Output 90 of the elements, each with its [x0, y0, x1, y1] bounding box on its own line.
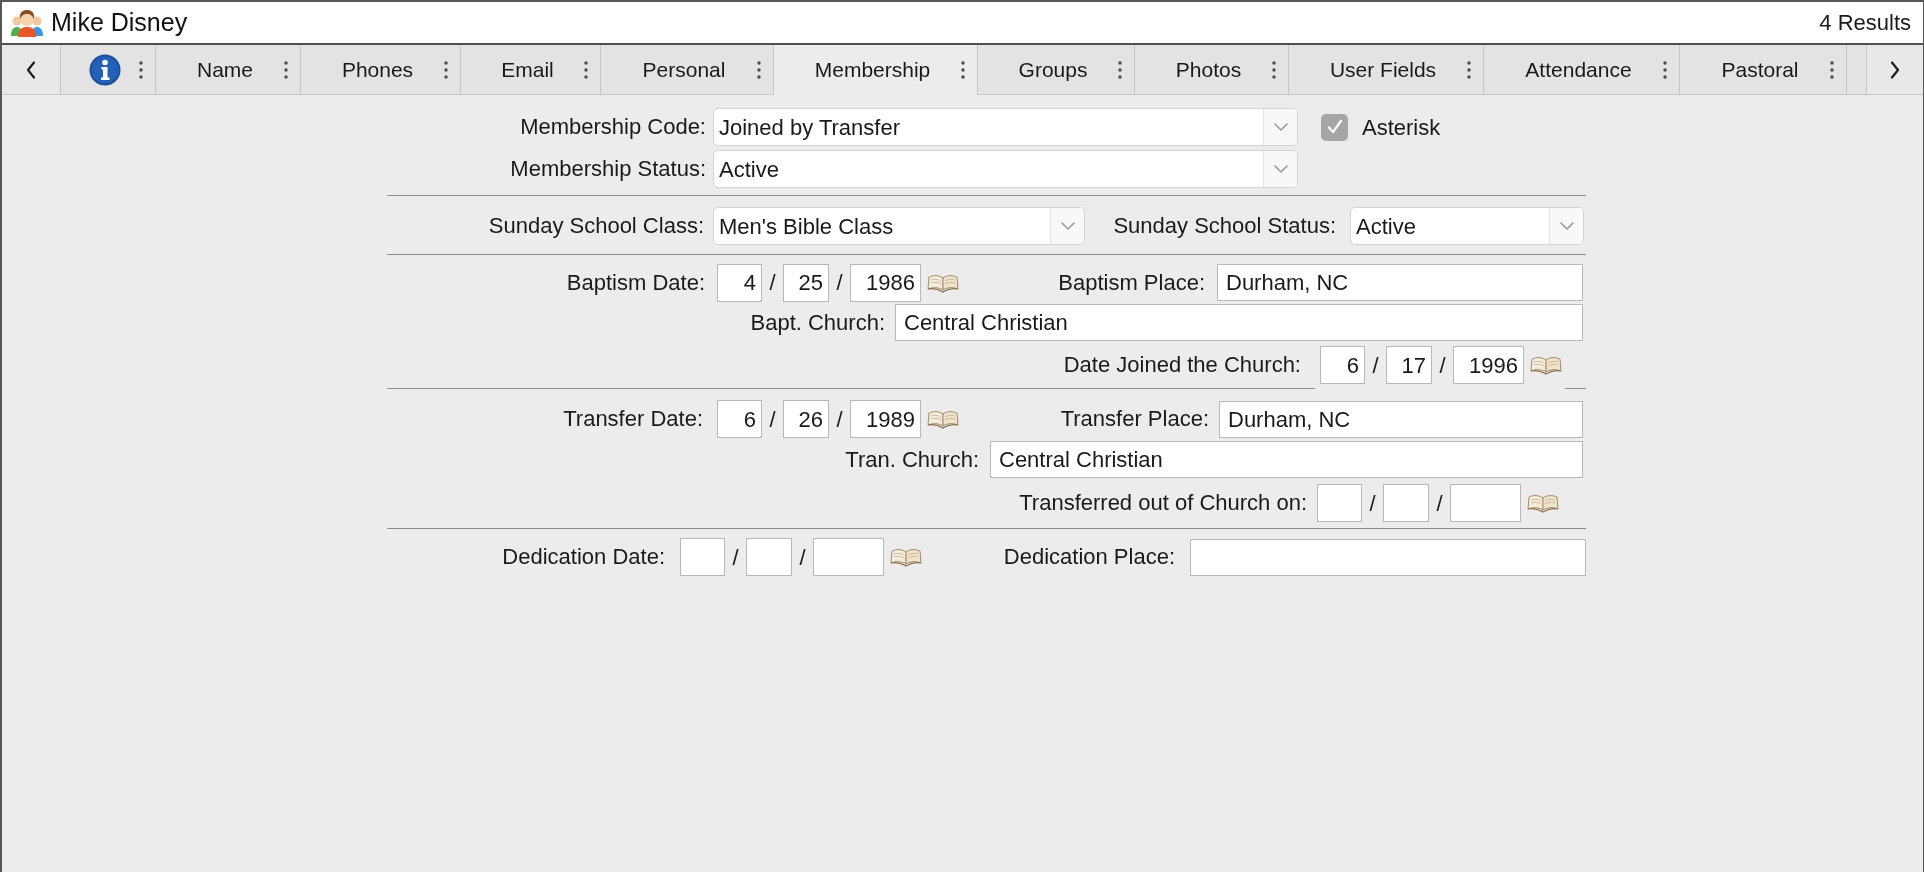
info-icon	[89, 53, 121, 86]
dropdown[interactable]: Active	[713, 150, 1298, 188]
book-icon[interactable]	[927, 409, 959, 429]
scroll-right-button[interactable]	[1867, 45, 1923, 95]
month-field[interactable]	[680, 538, 725, 576]
vertical-dots-icon	[139, 60, 143, 79]
month-field[interactable]	[1317, 484, 1362, 522]
field-label: Baptism Place:	[1058, 268, 1205, 297]
text-field[interactable]: Central Christian	[895, 304, 1583, 341]
tab[interactable]: Name	[156, 45, 301, 95]
vertical-dots-icon	[1663, 60, 1667, 79]
field-label: Baptism Date:	[566, 268, 705, 297]
vertical-dots-icon	[1118, 60, 1122, 79]
day-field[interactable]: 25	[783, 263, 829, 302]
date-separator: /	[1371, 351, 1380, 380]
field-label: Bapt. Church:	[750, 308, 885, 337]
field-label: Sunday School Class:	[488, 212, 704, 240]
tab[interactable]: Phones	[301, 45, 461, 95]
date-separator: /	[798, 543, 807, 572]
vertical-dots-icon	[444, 60, 448, 79]
vertical-dots-icon	[584, 60, 588, 79]
field-label: Transferred out of Church on:	[1019, 489, 1307, 517]
date-separator: /	[1435, 489, 1444, 518]
book-icon[interactable]	[890, 547, 922, 567]
field-label: Dedication Place:	[1003, 543, 1175, 571]
date-separator: /	[835, 269, 844, 297]
vertical-dots-icon	[284, 60, 288, 79]
vertical-dots-icon	[1830, 60, 1834, 79]
date-separator: /	[835, 405, 844, 434]
chevron-down-icon	[1060, 222, 1075, 230]
field-label: Date Joined the Church:	[1063, 351, 1301, 379]
partial-tab[interactable]	[1847, 45, 1867, 95]
month-field[interactable]: 4	[717, 263, 762, 302]
dropdown[interactable]: Active	[1350, 207, 1584, 245]
date-separator: /	[768, 405, 777, 434]
vertical-dots-icon	[1272, 60, 1276, 79]
tab[interactable]: Personal	[601, 45, 774, 95]
month-field[interactable]: 6	[717, 400, 762, 438]
people-icon	[11, 8, 43, 37]
date-separator: /	[768, 269, 777, 297]
text-field[interactable]: Central Christian	[990, 441, 1583, 478]
checkbox-label: Asterisk	[1362, 113, 1441, 142]
text-field[interactable]: Durham, NC	[1219, 400, 1583, 438]
chevron-down-icon	[1273, 123, 1288, 131]
window-title: Mike Disney	[51, 6, 188, 38]
tab[interactable]: Photos	[1135, 45, 1289, 95]
year-field[interactable]: 1986	[850, 263, 921, 302]
dropdown[interactable]: Men's Bible Class	[713, 207, 1085, 245]
tab[interactable]: Pastoral	[1680, 45, 1847, 95]
chevron-right-icon	[1890, 60, 1900, 79]
date-separator: /	[1368, 489, 1377, 518]
book-icon[interactable]	[1527, 493, 1559, 513]
dropdown[interactable]: Joined by Transfer	[713, 108, 1298, 146]
chevron-down-icon	[1273, 165, 1288, 173]
field-label: Dedication Date:	[502, 543, 665, 571]
chevron-left-icon	[26, 60, 36, 79]
checkmark-icon	[1326, 119, 1343, 135]
day-field[interactable]: 17	[1386, 346, 1432, 384]
year-field[interactable]	[813, 538, 884, 576]
text-field[interactable]	[1190, 538, 1586, 576]
tab[interactable]: Attendance	[1484, 45, 1680, 95]
scroll-left-button[interactable]	[2, 45, 61, 95]
tab[interactable]: Groups	[978, 45, 1135, 95]
text-field[interactable]: Durham, NC	[1217, 264, 1583, 301]
year-field[interactable]: 1996	[1453, 346, 1524, 384]
chevron-down-icon	[1559, 222, 1574, 230]
day-field[interactable]	[1383, 484, 1429, 522]
date-separator: /	[1438, 351, 1447, 380]
vertical-dots-icon	[757, 60, 761, 79]
year-field[interactable]: 1989	[850, 400, 921, 438]
field-label: Transfer Place:	[1060, 405, 1209, 433]
tab[interactable]	[61, 45, 156, 95]
result-count: 4 Results	[1819, 9, 1911, 37]
checkbox[interactable]	[1321, 113, 1348, 141]
vertical-dots-icon	[1467, 60, 1471, 79]
field-label: Tran. Church:	[845, 445, 979, 474]
day-field[interactable]: 26	[783, 400, 829, 438]
book-icon[interactable]	[1530, 355, 1562, 375]
book-icon[interactable]	[927, 272, 959, 293]
month-field[interactable]: 6	[1320, 346, 1365, 384]
date-separator: /	[731, 543, 740, 572]
tab[interactable]: Email	[461, 45, 601, 95]
vertical-dots-icon	[961, 61, 965, 79]
field-label: Transfer Date:	[563, 405, 703, 433]
year-field[interactable]	[1450, 484, 1521, 522]
field-label: Membership Code:	[520, 113, 706, 141]
day-field[interactable]	[746, 538, 792, 576]
tab[interactable]: User Fields	[1289, 45, 1484, 95]
field-label: Membership Status:	[510, 155, 706, 183]
field-label: Sunday School Status:	[1113, 212, 1336, 240]
